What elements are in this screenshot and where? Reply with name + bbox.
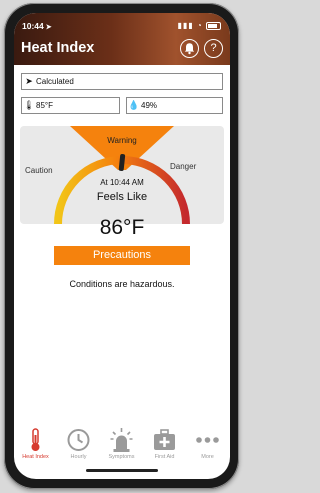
tab-label: Hourly [70,454,87,460]
phone-frame: 10:44 ➤ ▮▮▮ ◔ Heat Index ? ➤ Calculated 🌡8… [4,3,239,489]
tab-first-aid[interactable]: First Aid [143,425,186,465]
tab-label: First Aid [154,454,175,460]
first-aid-kit-icon [154,429,175,450]
danger-label: Danger [170,162,197,171]
precautions-button[interactable]: Precautions [54,246,190,265]
battery-icon [206,21,221,30]
alerts-button[interactable] [180,39,199,58]
tab-label: More [201,454,214,460]
risk-gauge: Caution Danger Warning At 10:44 AM Feels… [20,126,224,224]
signal-icon: ▮▮▮ [177,21,194,30]
reading-time: At 10:44 AM [100,178,144,187]
help-button[interactable]: ? [204,39,223,58]
status-icons: ▮▮▮ ◔ [177,21,221,30]
tab-symptoms[interactable]: Symptoms [100,425,143,465]
app-header: 10:44 ➤ ▮▮▮ ◔ Heat Index ? [14,13,230,65]
siren-icon [110,428,133,452]
location-value: Calculated [36,77,74,86]
tab-label: Symptoms [108,454,135,460]
conditions-message: Conditions are hazardous. [69,279,175,289]
caution-label: Caution [25,166,53,175]
humidity-field[interactable]: 💧49% [126,97,223,114]
temperature-field[interactable]: 🌡85°F [21,97,120,114]
clock-icon [67,429,90,451]
app-screen: 10:44 ➤ ▮▮▮ ◔ Heat Index ? ➤ Calculated 🌡8… [14,13,230,479]
tab-heat-index[interactable]: Heat Index [14,425,57,465]
page-title: Heat Index [21,40,95,56]
location-arrow-icon: ➤ [45,24,52,31]
more-icon [196,437,219,443]
water-drop-icon: 💧 [128,100,140,110]
home-indicator [86,469,158,472]
tab-hourly[interactable]: Hourly [57,425,100,465]
status-time: 10:44 ➤ [22,21,52,31]
location-arrow-icon: ➤ [25,76,33,86]
tab-bar: Heat Index Hourly Symptoms First Aid Mor… [14,425,230,465]
tab-label: Heat Index [22,454,49,460]
feels-like-label: Feels Like [96,191,148,203]
thermometer-icon: 🌡 [23,100,35,110]
location-field[interactable]: ➤ Calculated [21,73,223,90]
thermometer-icon [31,428,40,451]
temperature-value: 85°F [36,101,53,110]
bell-icon [184,43,195,55]
status-bar: 10:44 ➤ ▮▮▮ ◔ [14,13,230,33]
wifi-icon: ◔ [196,21,203,30]
humidity-value: 49% [141,101,158,110]
tab-more[interactable]: More [186,425,229,465]
warning-label: Warning [107,136,137,145]
heat-index-value: 86°F [99,216,145,239]
